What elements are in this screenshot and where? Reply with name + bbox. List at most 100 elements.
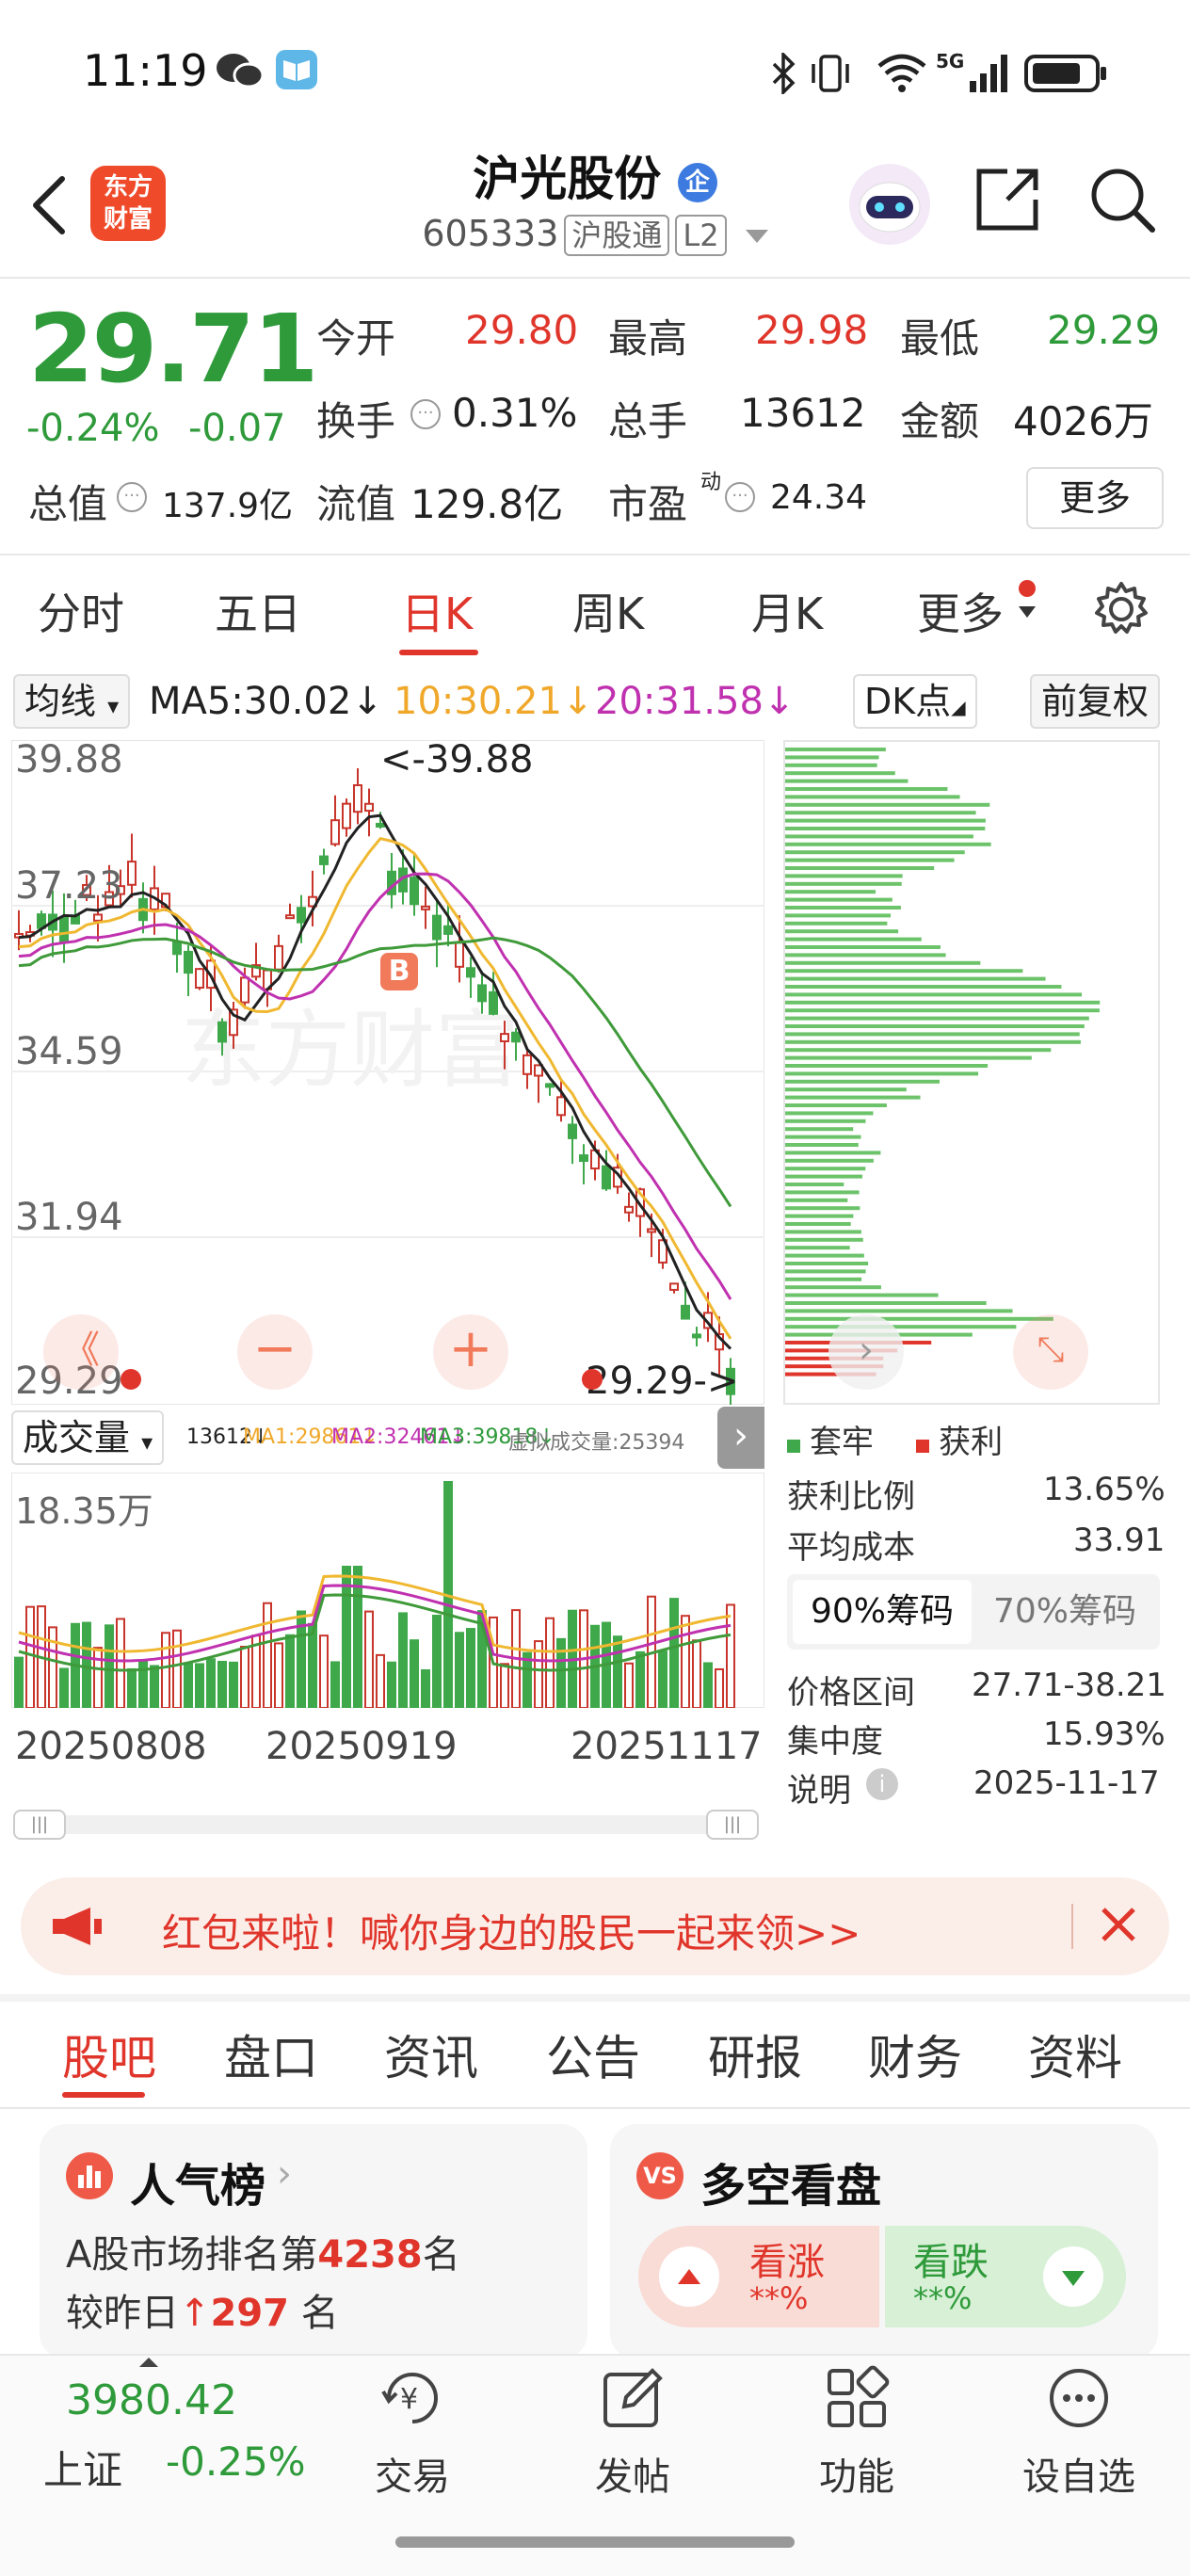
tab-announcements[interactable]: 公告 (546, 2021, 640, 2088)
chip-bar (785, 1316, 1053, 1321)
chip-bar (785, 818, 986, 823)
ma-selector[interactable]: 均线 ▾ (13, 674, 131, 729)
chip-bar (785, 779, 909, 783)
ma20-value: 20:31.58↓ (595, 680, 796, 723)
share-icon (976, 169, 1038, 231)
hk-connect-tag: 沪股通 (564, 215, 670, 256)
expand-volume-button[interactable]: › (717, 1407, 764, 1469)
candle (330, 819, 340, 845)
chip-bar (785, 1285, 881, 1290)
chip-bar (785, 795, 960, 799)
candle (421, 905, 430, 910)
nav-functions[interactable]: 功能 (781, 2363, 932, 2501)
volume-bar (387, 1661, 396, 1709)
expand-button[interactable]: ⤡ (1013, 1314, 1088, 1390)
info-dots-icon[interactable]: ··· (410, 399, 441, 429)
price-axis-3: 34.59 (15, 1030, 123, 1073)
adjust-selector[interactable]: 前复权 (1030, 674, 1161, 729)
volume-bar (715, 1667, 724, 1709)
down-triangle-icon (1043, 2246, 1103, 2307)
tab-daily-k[interactable]: 日K (401, 580, 473, 642)
tab-order-book[interactable]: 盘口 (224, 2021, 318, 2088)
note-label: 说明 (787, 1772, 851, 1810)
share-button[interactable] (970, 162, 1045, 237)
info-dots-icon[interactable]: ··· (117, 482, 147, 512)
tab-five-day[interactable]: 五日 (215, 580, 301, 642)
more-quote-button[interactable]: 更多 (1026, 467, 1164, 529)
volume-value: 13612 (740, 390, 866, 436)
chip-bar (785, 960, 981, 965)
virtual-volume: 虚拟成交量:25394 (508, 1431, 685, 1455)
bullish-vote-button[interactable]: 看涨 **% (638, 2226, 879, 2327)
price-axis-4: 31.94 (15, 1196, 123, 1239)
chip-bar (785, 1222, 851, 1226)
avg-cost-label: 平均成本 (787, 1529, 915, 1567)
range-handle-right[interactable]: ||| (706, 1810, 759, 1840)
robot-assistant-icon[interactable] (847, 162, 932, 247)
scroll-left-button[interactable]: 《 (43, 1314, 119, 1390)
price-range-value: 27.71-38.21 (972, 1666, 1166, 1704)
chip-distribution-chart[interactable] (783, 740, 1160, 1405)
volume-bar (421, 1668, 430, 1709)
long-short-card[interactable]: VS 多空看盘 看涨 **% 看跌 **% (610, 2124, 1158, 2359)
profit-legend-swatch (916, 1440, 930, 1453)
candle (195, 968, 204, 990)
volume-bar (263, 1602, 272, 1709)
index-change[interactable]: -0.25% (166, 2439, 306, 2485)
ma5-value: MA5:30.02↓ (149, 680, 383, 723)
tab-research[interactable]: 研报 (708, 2021, 802, 2088)
chip-bar (785, 1119, 866, 1123)
index-value[interactable]: 3980.42 (66, 2376, 237, 2424)
nav-post[interactable]: 发帖 (557, 2363, 708, 2501)
tab-news[interactable]: 资讯 (384, 2021, 478, 2088)
candle (647, 1228, 656, 1233)
range-handle-left[interactable]: ||| (13, 1810, 66, 1840)
volume-bar (195, 1663, 204, 1710)
chip-bar (785, 1309, 1013, 1313)
nav-add-watchlist[interactable]: 设自选 (1004, 2363, 1154, 2501)
more-dots-icon (1050, 2369, 1108, 2427)
tab-chip-70[interactable]: 70%筹码 (975, 1580, 1154, 1644)
range-scrollbar[interactable] (13, 1815, 757, 1834)
kline-chart[interactable]: 东方财富 (10, 739, 765, 1422)
volume-selector[interactable]: 成交量 ▾ (11, 1410, 165, 1465)
chip-next-button[interactable]: › (828, 1314, 904, 1390)
promo-banner[interactable]: 红包来啦！喊你身边的股民一起来领>> (21, 1877, 1169, 1975)
grid-icon (828, 2365, 890, 2427)
bearish-vote-button[interactable]: 看跌 **% (885, 2226, 1126, 2327)
volume-label: 总手 (608, 398, 688, 444)
chip-bar (785, 921, 888, 926)
volume-bar (105, 1624, 114, 1709)
chip-bar (785, 1269, 866, 1274)
popularity-card[interactable]: 人气榜 › A股市场排名第4238名 较昨日↑297 名 (40, 2124, 587, 2359)
chip-bar (785, 1095, 921, 1100)
zoom-in-button[interactable]: + (433, 1314, 508, 1390)
info-dots-icon[interactable]: ··· (725, 482, 755, 512)
buy-signal-marker[interactable]: B (380, 953, 418, 990)
tab-more[interactable]: 更多 (917, 580, 1004, 642)
vibrate-icon (808, 53, 853, 98)
tab-finance[interactable]: 财务 (868, 2021, 962, 2088)
search-button[interactable] (1085, 162, 1160, 237)
info-icon[interactable]: i (866, 1768, 898, 1800)
tab-chip-90[interactable]: 90%筹码 (793, 1580, 972, 1644)
close-banner-button[interactable] (1090, 1896, 1147, 1956)
tab-profile[interactable]: 资料 (1028, 2021, 1122, 2088)
settings-button[interactable] (1090, 578, 1152, 644)
wifi-icon (876, 51, 928, 98)
candle (353, 783, 362, 813)
tab-weekly-k[interactable]: 周K (572, 580, 644, 642)
banner-text: 红包来啦！喊你身边的股民一起来领>> (162, 1910, 861, 1956)
tab-intraday[interactable]: 分时 (38, 580, 124, 642)
tab-forum[interactable]: 股吧 (62, 2021, 156, 2088)
volume-bar (398, 1612, 408, 1709)
nav-trade[interactable]: ¥ 交易 (337, 2363, 488, 2501)
dk-point-button[interactable]: DK点◢ (853, 674, 977, 729)
index-name[interactable]: 上证 (43, 2439, 122, 2496)
tab-monthly-k[interactable]: 月K (751, 580, 823, 642)
ma10-value: 10:30.21↓ (394, 680, 594, 723)
low-annotation: 29.29-> (586, 1360, 739, 1403)
stock-code: 605333 (422, 213, 559, 254)
candle (410, 877, 419, 906)
zoom-out-button[interactable]: − (237, 1314, 313, 1390)
